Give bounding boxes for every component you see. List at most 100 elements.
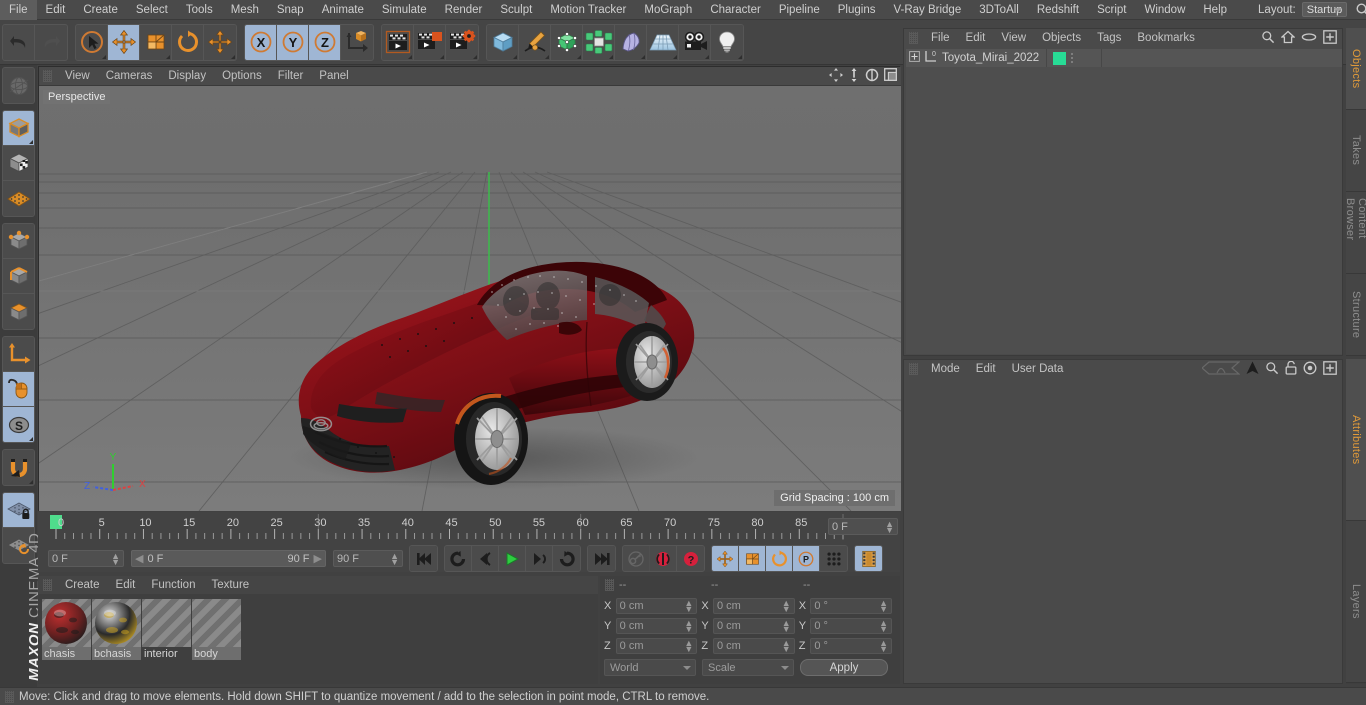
layout-select[interactable]: Startup	[1301, 2, 1348, 17]
material-item[interactable]: interior	[142, 599, 191, 660]
select-tool[interactable]	[76, 24, 108, 60]
rotation-x-input[interactable]: 0 ° ▲ ▼	[810, 598, 893, 614]
polygon-mode[interactable]	[3, 294, 34, 329]
add-camera-button[interactable]	[679, 24, 711, 60]
menu-item-simulate[interactable]: Simulate	[373, 0, 436, 20]
menu-item-mesh[interactable]: Mesh	[222, 0, 268, 20]
tab-content-browser[interactable]: Content Browser	[1344, 192, 1366, 274]
coordinate-system-select[interactable]: World	[604, 659, 696, 676]
rotate-tool[interactable]	[172, 24, 204, 60]
menu-item-plugins[interactable]: Plugins	[829, 0, 885, 20]
menu-item-create[interactable]: Create	[74, 0, 127, 20]
menu-item-3dtoall[interactable]: 3DToAll	[970, 0, 1028, 20]
undo-button[interactable]	[3, 24, 35, 60]
timeline-frame-readout[interactable]: 0 F ▲ ▼	[828, 518, 898, 535]
panel-grip[interactable]	[909, 363, 918, 375]
menu-item-v-ray-bridge[interactable]: V-Ray Bridge	[884, 0, 970, 20]
apply-button[interactable]: Apply	[800, 659, 888, 676]
expand-plus-icon[interactable]	[909, 51, 920, 65]
object-menu-edit[interactable]: Edit	[958, 29, 994, 47]
world-object-coords[interactable]	[341, 24, 373, 60]
attribute-menu-mode[interactable]: Mode	[923, 360, 968, 378]
menu-item-mograph[interactable]: MoGraph	[635, 0, 701, 20]
menu-item-animate[interactable]: Animate	[313, 0, 373, 20]
add-environment-button[interactable]	[647, 24, 679, 60]
add-cube-button[interactable]	[487, 24, 519, 60]
soft-selection[interactable]: S	[3, 407, 34, 442]
object-tree[interactable]: 0 Toyota_Mirai_2022	[906, 49, 1342, 354]
panel-grip[interactable]	[909, 32, 918, 44]
enable-snapping[interactable]	[3, 450, 34, 485]
spinner-icon[interactable]: ▲ ▼	[782, 599, 791, 614]
spinner-icon[interactable]: ▲ ▼	[879, 619, 888, 634]
arrow-up-icon[interactable]	[1246, 361, 1259, 378]
rotation-key-toggle[interactable]	[766, 546, 793, 571]
material-preview-interior[interactable]	[142, 599, 191, 647]
tab-layers[interactable]: Layers	[1346, 521, 1366, 683]
viewport-3d-canvas[interactable]: Y X Z	[39, 86, 901, 511]
size-x-input[interactable]: 0 cm ▲ ▼	[712, 598, 795, 614]
spinner-icon[interactable]: ▲ ▼	[782, 639, 791, 654]
menu-item-script[interactable]: Script	[1088, 0, 1135, 20]
panel-grip[interactable]	[43, 579, 52, 591]
size-y-input[interactable]: 0 cm ▲ ▼	[712, 618, 795, 634]
size-z-input[interactable]: 0 cm ▲ ▼	[712, 638, 795, 654]
previous-frame-button[interactable]	[472, 546, 499, 571]
scale-tool[interactable]	[140, 24, 172, 60]
render-region-button[interactable]	[414, 24, 446, 60]
texture-mode[interactable]	[3, 146, 34, 181]
search-icon[interactable]	[1261, 30, 1275, 47]
add-generator-button[interactable]	[551, 24, 583, 60]
viewport-menu-filter[interactable]: Filter	[270, 67, 312, 86]
position-y-input[interactable]: 0 cm ▲ ▼	[615, 618, 698, 634]
menu-item-file[interactable]: File	[0, 0, 37, 20]
current-frame-field[interactable]: 0 F ▲ ▼	[48, 550, 124, 567]
plus-box-icon[interactable]	[1323, 360, 1337, 378]
spinner-icon[interactable]: ▲ ▼	[684, 599, 693, 614]
menu-item-character[interactable]: Character	[701, 0, 770, 20]
table-row[interactable]: 0 Toyota_Mirai_2022	[906, 49, 1342, 67]
material-menu-create[interactable]: Create	[57, 576, 108, 594]
add-mograph-button[interactable]	[583, 24, 615, 60]
ellipse-icon[interactable]	[1301, 32, 1317, 45]
edge-mode[interactable]	[3, 259, 34, 294]
scale-key-toggle[interactable]	[739, 546, 766, 571]
record-active-objects-button[interactable]	[650, 546, 677, 571]
spinner-icon[interactable]: ▲ ▼	[684, 639, 693, 654]
go-to-end-button[interactable]	[588, 546, 615, 571]
panel-grip[interactable]	[605, 579, 614, 591]
rotation-z-input[interactable]: 0 ° ▲ ▼	[810, 638, 893, 654]
panel-grip[interactable]	[5, 690, 14, 703]
dynamic-place-tool[interactable]	[204, 24, 236, 60]
position-key-toggle[interactable]	[712, 546, 739, 571]
enable-axis-modification[interactable]	[3, 337, 34, 372]
attribute-menu-edit[interactable]: Edit	[968, 360, 1004, 378]
material-item[interactable]: chasis	[42, 599, 91, 660]
play-backward-button[interactable]	[445, 546, 472, 571]
tab-structure[interactable]: Structure	[1346, 274, 1366, 356]
add-deformer-button[interactable]	[615, 24, 647, 60]
menu-item-pipeline[interactable]: Pipeline	[770, 0, 829, 20]
viewport-menu-display[interactable]: Display	[160, 67, 214, 86]
spinner-icon[interactable]: ▲ ▼	[782, 619, 791, 634]
material-menu-edit[interactable]: Edit	[108, 576, 144, 594]
attribute-menu-user-data[interactable]: User Data	[1004, 360, 1072, 378]
model-mode[interactable]	[3, 111, 34, 146]
lock-z-axis[interactable]: Z	[309, 24, 341, 60]
autokeying-button[interactable]	[623, 546, 650, 571]
viewport-solo-mouse[interactable]	[3, 372, 34, 407]
loop-button[interactable]	[553, 546, 580, 571]
max-frame-field[interactable]: 90 F ▲ ▼	[333, 550, 403, 567]
menu-item-select[interactable]: Select	[127, 0, 177, 20]
material-item[interactable]: bchasis	[92, 599, 141, 660]
spinner-icon[interactable]: ▲ ▼	[111, 552, 120, 567]
spinner-icon[interactable]: ▲ ▼	[885, 520, 894, 535]
material-preview-body[interactable]	[192, 599, 241, 647]
menu-item-motion-tracker[interactable]: Motion Tracker	[541, 0, 635, 20]
lock-workplane[interactable]	[3, 493, 34, 528]
unlock-icon[interactable]	[1285, 360, 1297, 378]
menu-item-sculpt[interactable]: Sculpt	[491, 0, 541, 20]
spinner-icon[interactable]: ▲ ▼	[879, 639, 888, 654]
plus-box-icon[interactable]	[1323, 29, 1337, 47]
lock-x-axis[interactable]: X	[245, 24, 277, 60]
